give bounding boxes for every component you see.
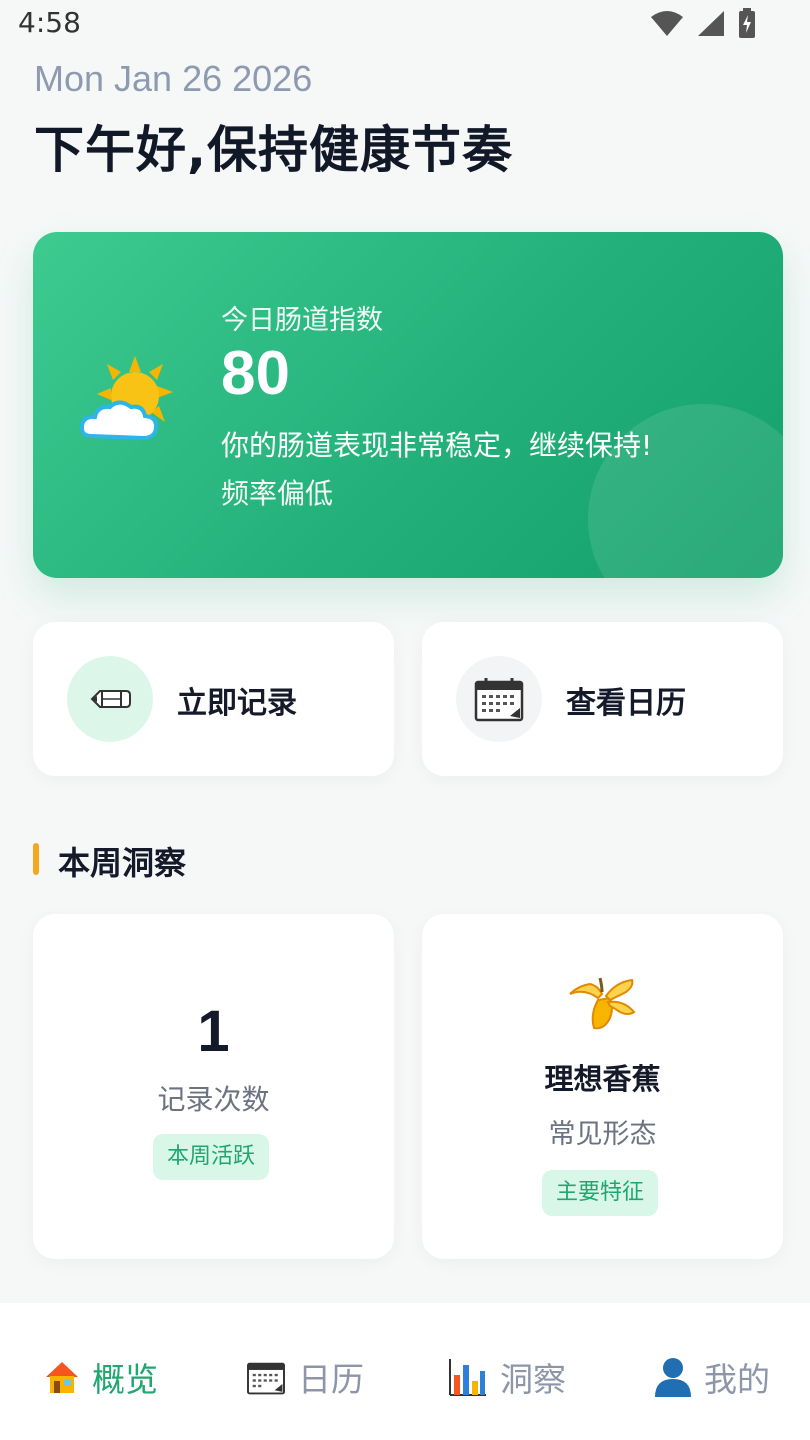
battery-icon [739, 8, 755, 38]
nav-item-calendar[interactable]: 日历 [246, 1355, 364, 1399]
record-count-value: 1 [197, 999, 230, 1064]
person-icon [655, 1358, 691, 1397]
stool-shape-subtitle: 常见形态 [548, 1119, 657, 1150]
nav-label-calendar: 日历 [298, 1360, 364, 1399]
record-now-label: 立即记录 [177, 686, 297, 721]
record-count-card[interactable]: 1 记录次数 本周活跃 [33, 914, 394, 1259]
nav-item-insights[interactable]: 洞察 [448, 1355, 566, 1399]
view-calendar-button[interactable]: 查看日历 [422, 622, 783, 776]
greeting-title: 下午好,保持健康节奏 [34, 121, 513, 179]
status-time: 4:58 [18, 6, 81, 39]
nav-item-overview[interactable]: 概览 [44, 1355, 158, 1399]
banana-icon [569, 977, 636, 1030]
house-icon [46, 1362, 78, 1393]
stool-shape-card[interactable]: 理想香蕉 常见形态 主要特征 [422, 914, 783, 1259]
bottom-nav: 概览 日历 洞察 我的 [0, 1303, 810, 1440]
stool-shape-title: 理想香蕉 [544, 1062, 661, 1096]
signal-icon [698, 11, 724, 36]
calendar-icon [474, 678, 524, 722]
status-badge: 本周活跃 [153, 1134, 270, 1180]
bar-chart-icon [449, 1359, 486, 1396]
record-now-button[interactable]: 立即记录 [33, 622, 394, 776]
calendar-icon [247, 1362, 285, 1395]
status-icons [650, 8, 756, 38]
view-calendar-label: 查看日历 [566, 686, 686, 721]
nav-label-insights: 洞察 [500, 1360, 566, 1399]
gut-index-card: 今日肠道指数 80 你的肠道表现非常稳定，继续保持! 频率偏低 [33, 232, 783, 578]
calendar-icon-circle [456, 656, 542, 742]
gut-index-message: 你的肠道表现非常稳定，继续保持! [221, 429, 653, 462]
feature-badge: 主要特征 [542, 1170, 659, 1216]
gut-index-label: 今日肠道指数 [221, 305, 383, 336]
gut-index-score: 80 [221, 339, 290, 408]
sun-behind-cloud-icon [79, 356, 173, 441]
date-text: Mon Jan 26 2026 [34, 58, 313, 99]
nav-label-profile: 我的 [704, 1360, 770, 1399]
record-icon-circle [67, 656, 153, 742]
nav-label-overview: 概览 [92, 1360, 158, 1399]
wifi-icon [651, 11, 683, 36]
section-title: 本周洞察 [58, 844, 187, 882]
section-marker [33, 843, 39, 875]
nav-item-profile[interactable]: 我的 [654, 1355, 770, 1399]
status-bar: 4:58 [0, 0, 810, 46]
gut-index-note: 频率偏低 [221, 477, 334, 510]
pencil-icon [90, 690, 131, 708]
record-count-label: 记录次数 [157, 1083, 270, 1116]
